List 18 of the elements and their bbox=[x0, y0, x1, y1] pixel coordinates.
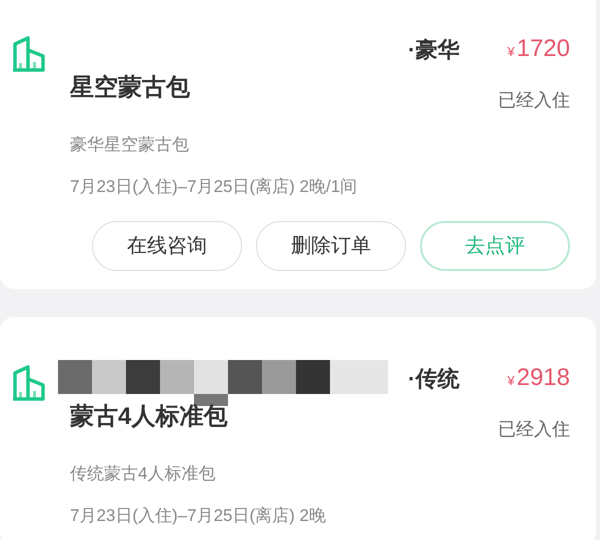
building-icon bbox=[12, 365, 46, 401]
price: 1720 bbox=[516, 34, 570, 64]
currency-symbol: ¥ bbox=[507, 372, 515, 390]
package-name: 传统蒙古4人标准包 bbox=[70, 463, 216, 485]
price: 2918 bbox=[516, 363, 570, 393]
stay-dates: 7月23日(入住)–7月25日(离店) 2晚/1间 bbox=[70, 176, 358, 198]
order-status: 已经入住 bbox=[498, 89, 570, 112]
order-status: 已经入住 bbox=[498, 418, 570, 441]
room-name: 星空蒙古包 bbox=[70, 73, 190, 103]
package-name: 豪华星空蒙古包 bbox=[70, 134, 190, 156]
action-button[interactable]: 删除订单 bbox=[256, 221, 406, 271]
room-name: 蒙古4人标准包 bbox=[70, 402, 228, 432]
action-button[interactable]: 在线咨询 bbox=[92, 221, 242, 271]
currency-symbol: ¥ bbox=[507, 43, 515, 61]
building-icon bbox=[12, 36, 46, 72]
hotel-name: ·传统 bbox=[408, 364, 460, 392]
hotel-name: ·豪华 bbox=[408, 36, 460, 64]
stay-dates: 7月23日(入住)–7月25日(离店) 2晚 bbox=[70, 504, 328, 526]
